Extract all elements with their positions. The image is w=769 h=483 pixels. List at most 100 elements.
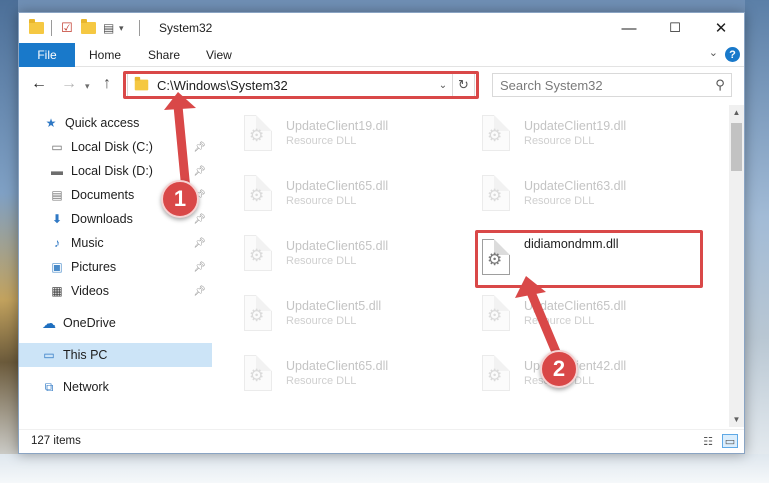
dll-file-icon: ⚙ — [240, 235, 276, 279]
address-path[interactable]: C:\Windows\System32 — [157, 78, 434, 93]
item-count: 127 items — [31, 435, 81, 447]
file-tile[interactable]: ⚙ UpdateClient19.dll Resource DLL — [454, 111, 679, 163]
network-icon: ⧉ — [44, 379, 54, 394]
nav-item-label: Network — [63, 380, 109, 394]
nav-item-label: Music — [71, 236, 104, 250]
navigation-bar: ← → ▾ ↑ C:\Windows\System32 ⌄ ↻ ⚲ — [19, 69, 744, 101]
scroll-down-arrow-icon[interactable]: ▼ — [729, 412, 744, 427]
nav-item-this-pc[interactable]: ▭ This PC — [19, 343, 212, 367]
folder-icon — [29, 19, 44, 37]
file-tile[interactable]: ⚙ UpdateClient19.dll Resource DLL — [216, 111, 441, 163]
star-icon: ★ — [45, 116, 57, 130]
nav-item-network[interactable]: ⧉ Network — [19, 375, 212, 399]
properties-icon[interactable]: ☑ — [61, 19, 73, 37]
dll-file-icon: ⚙ — [478, 355, 514, 399]
close-button[interactable]: ✕ — [698, 13, 744, 43]
up-arrow-icon[interactable]: ↑ — [103, 75, 111, 93]
quick-access-separator — [51, 20, 52, 36]
file-tile[interactable]: ⚙ UpdateClient65.dll Resource DLL — [216, 171, 441, 223]
file-name: UpdateClient5.dll — [286, 299, 382, 313]
nav-item-quick-access[interactable]: ★ Quick access — [19, 111, 212, 135]
nav-item-label: Downloads — [71, 212, 133, 226]
maximize-button[interactable]: ☐ — [652, 13, 698, 43]
dll-file-icon: ⚙ — [478, 115, 514, 159]
file-tile[interactable]: ⚙ UpdateClient65.dll Resource DLL — [216, 231, 441, 283]
pictures-icon: ▣ — [51, 260, 63, 274]
file-type: Resource DLL — [286, 315, 357, 327]
nav-item-label: Quick access — [65, 116, 140, 130]
scroll-thumb[interactable] — [731, 123, 742, 171]
file-name: UpdateClient19.dll — [524, 119, 627, 133]
desktop-wallpaper-right — [745, 0, 769, 483]
pin-icon[interactable]: 📌︎ — [193, 262, 206, 273]
videos-icon: ▦ — [51, 284, 63, 298]
desktop-wallpaper-left — [0, 0, 18, 483]
nav-item-label: This PC — [63, 348, 108, 362]
nav-item-onedrive[interactable]: ☁ OneDrive — [19, 311, 212, 335]
file-tile[interactable]: ⚙ UpdateClient63.dll Resource DLL — [454, 171, 679, 223]
chevron-up-icon[interactable]: ⌄ — [709, 46, 718, 59]
navigation-pane: ★ Quick access ▭ Local Disk (C:) 📌︎ ▬ Lo… — [19, 105, 214, 427]
tab-share[interactable]: Share — [148, 48, 180, 62]
pin-icon[interactable]: 📌︎ — [193, 286, 206, 297]
vertical-scrollbar[interactable]: ▲ ▼ — [729, 105, 744, 427]
title-separator — [139, 20, 140, 36]
address-bar[interactable]: C:\Windows\System32 ⌄ ↻ — [127, 73, 475, 97]
file-name: UpdateClient65.dll — [286, 359, 389, 373]
status-bar: 127 items ☷ ▭ — [19, 429, 744, 453]
pin-icon[interactable]: 📌︎ — [193, 238, 206, 249]
details-view-icon[interactable]: ☷ — [700, 434, 716, 448]
help-button[interactable]: ? — [725, 47, 740, 62]
file-type: Resource DLL — [286, 255, 357, 267]
dll-file-icon: ⚙ — [478, 239, 514, 283]
drive-icon: ▬ — [51, 164, 63, 178]
nav-item-label: Videos — [71, 284, 109, 298]
file-type: Resource DLL — [524, 135, 595, 147]
nav-item-label: Pictures — [71, 260, 117, 274]
back-arrow-icon[interactable]: ← — [31, 75, 47, 93]
quick-access-toolbar-icon[interactable]: ▤ — [103, 19, 114, 37]
new-folder-icon[interactable] — [81, 19, 96, 37]
refresh-icon[interactable]: ↻ — [452, 74, 474, 96]
file-tile-didiamondmm[interactable]: ⚙ didiamondmm.dll — [478, 235, 703, 287]
search-input[interactable] — [493, 77, 709, 93]
file-tile[interactable]: ⚙ UpdateClient65.dll Resource DLL — [454, 291, 679, 343]
recent-locations-chevron-icon[interactable]: ▾ — [85, 81, 90, 92]
drive-icon: ▭ — [51, 140, 63, 154]
pin-icon[interactable]: 📌︎ — [193, 142, 206, 153]
nav-item-pictures[interactable]: ▣ Pictures 📌︎ — [19, 255, 212, 279]
pin-icon[interactable]: 📌︎ — [193, 166, 206, 177]
tab-home[interactable]: Home — [89, 48, 121, 62]
step-1-badge: 1 — [161, 180, 199, 218]
file-type: Resource DLL — [524, 195, 595, 207]
tab-file[interactable]: File — [19, 43, 75, 67]
documents-icon: ▤ — [51, 188, 63, 202]
search-icon[interactable]: ⚲ — [709, 77, 731, 93]
file-type: Resource DLL — [524, 315, 595, 327]
file-list: ⚙ UpdateClient19.dll Resource DLL ⚙ Updat… — [216, 105, 728, 427]
file-tile[interactable]: ⚙ UpdateClient5.dll Resource DLL — [216, 291, 441, 343]
chevron-down-icon[interactable]: ⌄ — [434, 80, 452, 91]
dll-file-icon: ⚙ — [240, 295, 276, 339]
pin-icon[interactable]: 📌︎ — [193, 214, 206, 225]
file-name: UpdateClient65.dll — [286, 239, 389, 253]
minimize-button[interactable]: — — [606, 13, 652, 43]
file-name: UpdateClient65.dll — [524, 299, 627, 313]
tab-view[interactable]: View — [206, 48, 232, 62]
file-tile[interactable]: ⚙ UpdateClient65.dll Resource DLL — [216, 351, 441, 403]
file-name: UpdateClient19.dll — [286, 119, 389, 133]
scroll-up-arrow-icon[interactable]: ▲ — [729, 105, 744, 120]
forward-arrow-icon[interactable]: → — [61, 75, 77, 93]
dll-file-icon: ⚙ — [478, 175, 514, 219]
large-icons-view-icon[interactable]: ▭ — [722, 434, 738, 448]
nav-item-videos[interactable]: ▦ Videos 📌︎ — [19, 279, 212, 303]
nav-item-music[interactable]: ♪ Music 📌︎ — [19, 231, 212, 255]
title-bar: ☑ ▤ ▾ System32 — ☐ ✕ — [19, 13, 744, 43]
music-icon: ♪ — [54, 236, 60, 250]
file-explorer-window: ☑ ▤ ▾ System32 — ☐ ✕ File Home Share Vie… — [18, 12, 745, 454]
file-name: didiamondmm.dll — [524, 237, 619, 251]
customize-toolbar-chevron-icon[interactable]: ▾ — [119, 19, 124, 37]
nav-item-local-disk-c[interactable]: ▭ Local Disk (C:) 📌︎ — [19, 135, 212, 159]
nav-item-label: Local Disk (C:) — [71, 140, 153, 154]
search-box[interactable]: ⚲ — [492, 73, 732, 97]
